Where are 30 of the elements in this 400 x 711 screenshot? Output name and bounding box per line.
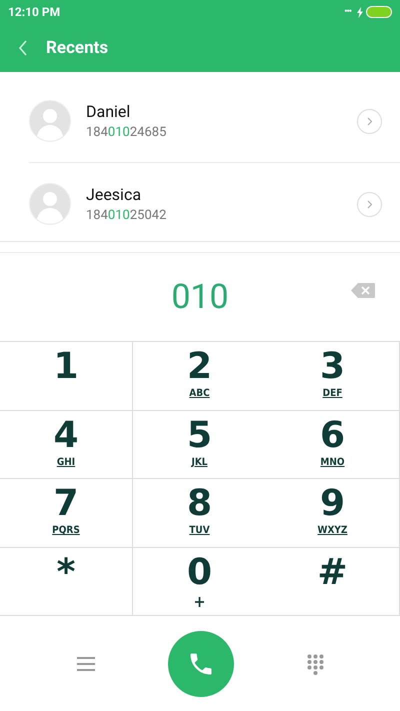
dial-key[interactable]: 7 PQRS <box>0 479 133 548</box>
phone-number: 18401024685 <box>86 125 166 140</box>
dialed-number: 010 <box>171 277 229 317</box>
details-icon[interactable] <box>357 108 382 134</box>
dial-key[interactable]: 4 GHI <box>0 410 133 479</box>
status-time: 12:10 PM <box>8 5 60 19</box>
dial-key[interactable]: 9 WXYZ <box>266 479 400 548</box>
more-icon: ••• <box>344 7 351 17</box>
details-icon[interactable] <box>357 192 382 216</box>
avatar-icon <box>29 100 71 142</box>
phone-number: 18401025042 <box>86 208 166 223</box>
menu-icon[interactable] <box>76 656 94 672</box>
contact-name: Daniel <box>86 102 132 121</box>
battery-icon <box>366 6 392 18</box>
backspace-icon[interactable] <box>351 283 375 298</box>
contact-name: Jeesica <box>86 185 142 204</box>
dial-key[interactable]: # <box>266 548 400 616</box>
back-icon[interactable] <box>18 40 28 56</box>
dial-key[interactable]: 3 DEF <box>266 342 400 410</box>
dial-key[interactable]: 1 <box>0 342 133 410</box>
dial-key[interactable]: 5 JKL <box>133 410 266 479</box>
dialpad-icon[interactable] <box>306 654 324 674</box>
screen-title: Recents <box>46 38 108 58</box>
avatar-icon <box>29 183 71 225</box>
charging-icon <box>357 6 363 18</box>
dial-key[interactable]: 2 ABC <box>133 342 266 410</box>
dial-key[interactable]: 0 + <box>133 548 266 616</box>
dial-key[interactable]: * <box>0 548 133 616</box>
dial-key[interactable]: 6 MNO <box>266 410 400 479</box>
dial-key[interactable]: 8 TUV <box>133 479 266 548</box>
